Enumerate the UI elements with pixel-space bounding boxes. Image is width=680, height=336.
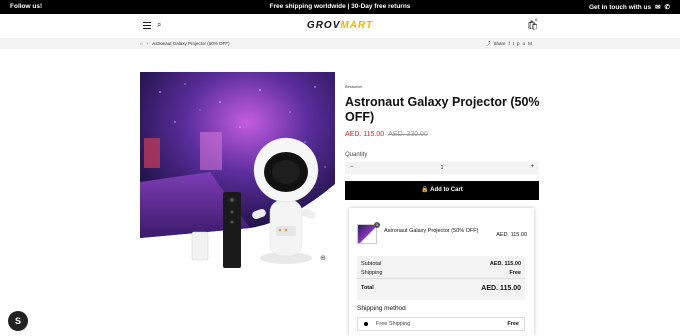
mail-icon[interactable]: ✉ [655, 3, 660, 11]
breadcrumb-bar: ⌂ › Astronaut Galaxy Projector (50% OFF)… [0, 38, 680, 49]
product-price: AED. 115.00 AED. 230.00 [345, 131, 428, 138]
item-price: AED. 115.00 [496, 232, 527, 238]
quantity-stepper: − 1 + [345, 162, 539, 174]
logo-part-2: MART [340, 20, 374, 31]
twitter-icon[interactable]: t [513, 41, 514, 47]
add-to-cart-label: Add to Cart [430, 187, 463, 193]
shopify-app-icon[interactable]: S [8, 311, 28, 331]
announcement-bar: Follow us! Free shipping worldwide | 30-… [0, 0, 680, 14]
shipping-method-name: Free Shipping [376, 321, 411, 327]
breadcrumb-current: Astronaut Galaxy Projector (50% OFF) [152, 41, 230, 46]
share-links: ⤴ Share f t p o M [486, 41, 532, 47]
home-icon[interactable]: ⌂ [140, 41, 143, 46]
shipping-label: Shipping [361, 270, 383, 276]
totals-box: Subtotal AED. 115.00 Shipping Free Total… [357, 256, 525, 300]
site-header: ⌕ GROVMART 🛍 0 [0, 14, 680, 38]
logo-part-1: GROV [306, 20, 341, 31]
add-to-cart-button[interactable]: 🔒 Add to Cart [345, 181, 539, 200]
shipping-announcement: Free shipping worldwide | 30-Day free re… [269, 3, 411, 10]
total-row: Total AED. 115.00 [361, 285, 521, 292]
breadcrumb-separator: › [146, 41, 149, 46]
email-icon[interactable]: M [528, 41, 532, 47]
product-image[interactable] [140, 72, 335, 268]
share-label: Share [493, 41, 506, 46]
site-logo[interactable]: GROVMART [0, 20, 680, 31]
increase-quantity-button[interactable]: + [530, 164, 534, 170]
whatsapp-icon[interactable]: o [523, 41, 526, 47]
phone-icon[interactable]: ✆ [665, 3, 670, 11]
pinterest-icon[interactable]: p [517, 41, 520, 47]
product-title: Astronaut Galaxy Projector (50% OFF) [345, 95, 540, 124]
cart-count-badge: 0 [535, 17, 538, 22]
shipping-method-option[interactable]: Free Shipping Free [357, 317, 525, 331]
order-summary-panel: 1 Astronaut Galaxy Projector (50% OFF) A… [349, 208, 534, 336]
galaxy-projector-photo [140, 72, 335, 268]
lock-icon: 🔒 [421, 187, 429, 193]
zoom-icon[interactable]: ⊕ [320, 254, 326, 262]
quantity-label: Quantity [345, 152, 368, 158]
sale-price: AED. 115.00 [345, 131, 385, 138]
totals-divider [357, 278, 525, 279]
subtotal-label: Subtotal [361, 261, 382, 267]
original-price: AED. 230.00 [388, 131, 428, 138]
shipping-method-price: Free [507, 321, 519, 327]
shipping-row: Shipping Free [361, 270, 521, 276]
radio-selected-icon[interactable] [364, 322, 368, 326]
facebook-icon[interactable]: f [509, 41, 510, 47]
subtotal-value: AED. 115.00 [489, 261, 521, 267]
total-label: Total [361, 285, 374, 291]
breadcrumb: ⌂ › Astronaut Galaxy Projector (50% OFF) [140, 41, 230, 46]
share-icon: ⤴ [486, 41, 491, 46]
quantity-input[interactable]: 1 [345, 165, 539, 171]
shipping-method-label: Shipping method [357, 305, 406, 312]
contact-label[interactable]: Get in touch with us [589, 4, 651, 11]
shipping-value: Free [509, 270, 521, 276]
item-quantity-badge: 1 [374, 222, 380, 228]
summary-line-item: 1 Astronaut Galaxy Projector (50% OFF) A… [357, 222, 527, 246]
total-value: AED. 115.00 [481, 285, 521, 292]
contact-links[interactable]: Get in touch with us ✉ ✆ [589, 3, 670, 12]
subtotal-row: Subtotal AED. 115.00 [361, 261, 521, 267]
bestseller-badge: Bestseller [345, 84, 363, 89]
item-name: Astronaut Galaxy Projector (50% OFF) [384, 228, 479, 234]
